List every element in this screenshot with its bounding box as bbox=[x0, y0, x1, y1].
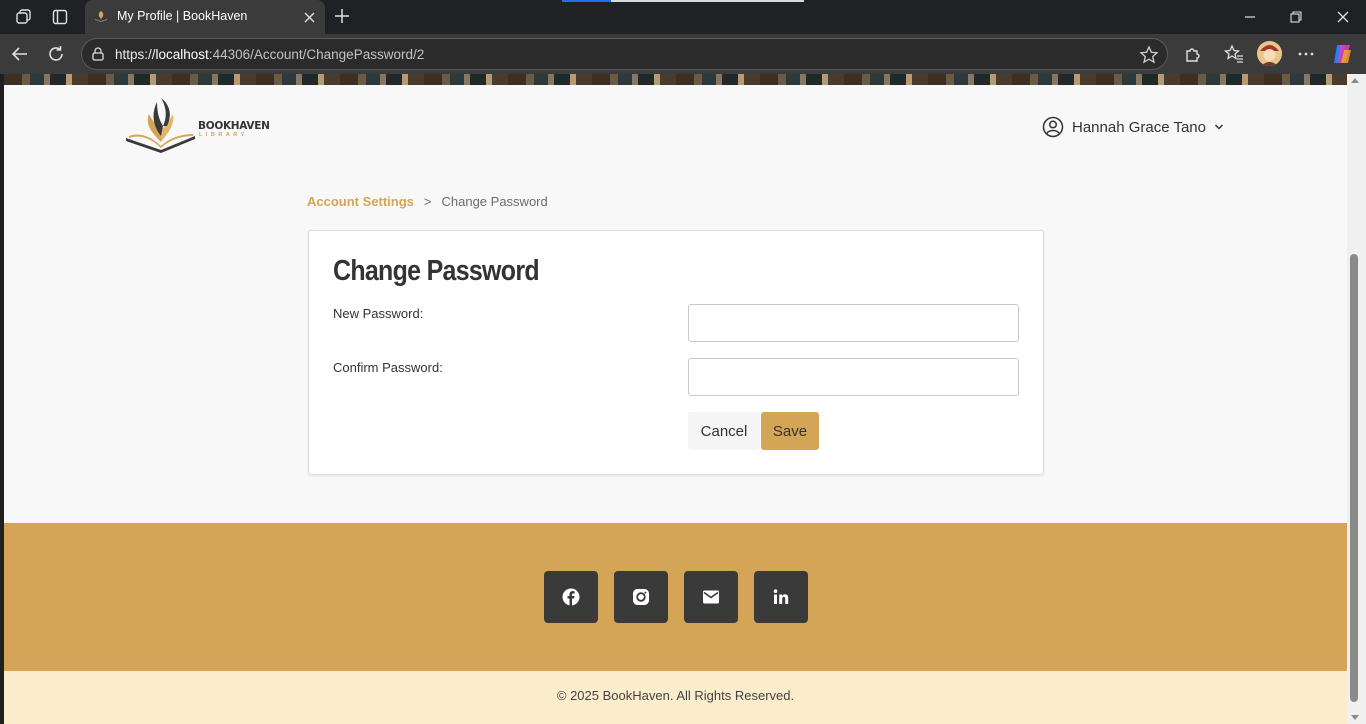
change-password-card: Change Password New Password: Confirm Pa… bbox=[308, 230, 1044, 475]
url-protocol: https:// bbox=[115, 47, 156, 62]
linkedin-button[interactable] bbox=[754, 571, 808, 623]
new-password-label: New Password: bbox=[333, 306, 424, 321]
footer bbox=[4, 523, 1347, 671]
page-viewport: BOOKHAVEN LIBRARY Hannah Grace Tano Acco… bbox=[4, 74, 1347, 724]
restore-icon[interactable] bbox=[1284, 5, 1308, 29]
address-bar[interactable]: https://localhost:44306/Account/ChangePa… bbox=[81, 38, 1168, 70]
minimize-icon[interactable] bbox=[1238, 5, 1262, 29]
breadcrumb-account-settings-link[interactable]: Account Settings bbox=[307, 194, 414, 209]
facebook-button[interactable] bbox=[544, 571, 598, 623]
user-circle-icon bbox=[1042, 116, 1064, 138]
favorite-star-icon[interactable] bbox=[1139, 45, 1159, 65]
instagram-icon bbox=[633, 589, 649, 605]
tab-actions-icon[interactable] bbox=[49, 6, 71, 28]
bookhaven-favicon-icon bbox=[95, 11, 107, 22]
url-text[interactable]: https://localhost:44306/Account/ChangePa… bbox=[115, 47, 424, 62]
page-title: Change Password bbox=[333, 255, 540, 287]
browser-tab-bar: My Profile | BookHaven bbox=[0, 0, 1366, 34]
page-scrollbar[interactable] bbox=[1347, 74, 1366, 724]
confirm-password-input[interactable] bbox=[688, 358, 1019, 396]
copyright-text: © 2025 BookHaven. All Rights Reserved. bbox=[556, 688, 795, 703]
chevron-down-icon bbox=[1214, 124, 1224, 130]
logo-subtext: LIBRARY bbox=[199, 132, 248, 138]
email-icon bbox=[703, 590, 719, 604]
profile-avatar-icon[interactable] bbox=[1257, 41, 1282, 66]
new-tab-icon[interactable] bbox=[331, 5, 353, 27]
email-button[interactable] bbox=[684, 571, 738, 623]
copyright-bar: © 2025 BookHaven. All Rights Reserved. bbox=[4, 671, 1347, 724]
back-icon[interactable] bbox=[8, 42, 32, 66]
refresh-icon[interactable] bbox=[44, 42, 68, 66]
browser-tab[interactable]: My Profile | BookHaven bbox=[85, 0, 325, 34]
scrollbar-thumb[interactable] bbox=[1350, 254, 1358, 702]
scroll-up-icon[interactable] bbox=[1351, 78, 1359, 83]
loading-strip bbox=[562, 0, 804, 2]
workspaces-icon[interactable] bbox=[13, 6, 35, 28]
tab-title: My Profile | BookHaven bbox=[117, 9, 248, 23]
browser-toolbar: https://localhost:44306/Account/ChangePa… bbox=[0, 34, 1366, 74]
url-host: localhost bbox=[155, 47, 209, 62]
confirm-password-label: Confirm Password: bbox=[333, 360, 443, 375]
cancel-button[interactable]: Cancel bbox=[688, 412, 760, 450]
user-menu[interactable]: Hannah Grace Tano bbox=[1042, 116, 1224, 138]
logo-wordmark: BOOKHAVEN bbox=[198, 120, 270, 132]
new-password-input[interactable] bbox=[688, 304, 1019, 342]
lock-icon[interactable] bbox=[90, 46, 106, 62]
header-banner-image bbox=[4, 74, 1347, 85]
facebook-icon bbox=[562, 588, 580, 606]
favorites-icon[interactable] bbox=[1222, 42, 1246, 66]
linkedin-icon bbox=[773, 589, 789, 604]
save-button[interactable]: Save bbox=[761, 412, 819, 450]
extensions-icon[interactable] bbox=[1181, 42, 1205, 66]
scroll-down-icon[interactable] bbox=[1351, 715, 1359, 720]
breadcrumb-separator: > bbox=[423, 194, 432, 209]
close-window-icon[interactable] bbox=[1331, 5, 1355, 29]
copilot-icon[interactable] bbox=[1331, 43, 1353, 65]
breadcrumb-current: Change Password bbox=[441, 194, 548, 209]
book-flame-logo-icon bbox=[126, 98, 195, 153]
breadcrumb: Account Settings > Change Password bbox=[307, 194, 548, 209]
more-options-icon[interactable] bbox=[1294, 42, 1318, 66]
url-path: :44306/Account/ChangePassword/2 bbox=[208, 47, 425, 62]
user-name: Hannah Grace Tano bbox=[1072, 118, 1206, 136]
bookhaven-logo[interactable]: BOOKHAVEN LIBRARY bbox=[123, 96, 270, 154]
instagram-button[interactable] bbox=[614, 571, 668, 623]
tab-close-icon[interactable] bbox=[300, 8, 318, 26]
